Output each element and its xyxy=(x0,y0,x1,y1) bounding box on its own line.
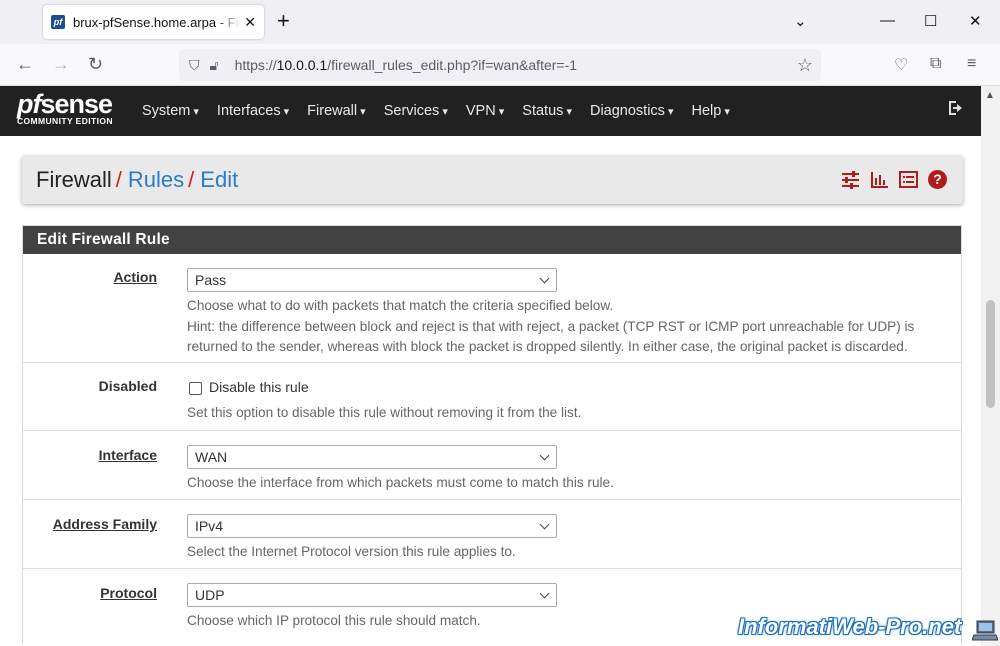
breadcrumb-icons: ? xyxy=(841,170,947,189)
address-family-label[interactable]: Address Family xyxy=(53,516,157,532)
url-bar[interactable]: ⛉ 🔓︎ https://10.0.0.1/firewall_rules_edi… xyxy=(179,49,821,81)
menu-vpn[interactable]: VPN xyxy=(457,103,513,119)
disabled-label: Disabled xyxy=(98,378,157,394)
watermark-laptop-icon xyxy=(971,618,999,642)
row-disabled: Disabled Disable this rule Set this opti… xyxy=(23,363,961,431)
disabled-help: Set this option to disable this rule wit… xyxy=(187,405,582,420)
action-label[interactable]: Action xyxy=(113,269,157,285)
sliders-icon[interactable] xyxy=(841,170,860,189)
browser-nav-bar: ← → ↻ ⛉ 🔓︎ https://10.0.0.1/firewall_rul… xyxy=(0,44,1000,86)
breadcrumb: Firewall / Rules / Edit ? xyxy=(22,156,963,204)
address-family-help: Select the Internet Protocol version thi… xyxy=(187,544,516,559)
action-select[interactable]: Pass xyxy=(187,268,557,292)
breadcrumb-edit-link[interactable]: Edit xyxy=(200,167,238,193)
menu-icon[interactable]: ≡ xyxy=(967,55,976,73)
interface-help: Choose the interface from which packets … xyxy=(187,475,614,490)
disable-rule-checkbox[interactable] xyxy=(189,382,202,395)
row-interface: Interface WAN Choose the interface from … xyxy=(23,431,961,500)
reload-icon[interactable]: ↻ xyxy=(88,54,103,74)
tab-title: brux-pfSense.home.arpa - Firewall: Rules… xyxy=(73,14,241,30)
pfsense-favicon-icon: pf xyxy=(51,15,65,29)
menu-help[interactable]: Help xyxy=(683,103,739,119)
menu-status[interactable]: Status xyxy=(513,103,581,119)
close-tab-icon[interactable]: ✕ xyxy=(244,14,256,31)
forward-icon[interactable]: → xyxy=(52,54,70,74)
minimize-icon[interactable]: — xyxy=(880,12,895,29)
list-icon[interactable] xyxy=(899,170,918,189)
protocol-select[interactable]: UDP xyxy=(187,583,557,607)
interface-label[interactable]: Interface xyxy=(99,447,157,463)
main-menu: System Interfaces Firewall Services VPN … xyxy=(133,86,739,136)
breadcrumb-rules-link[interactable]: Rules xyxy=(128,167,184,193)
bookmark-star-icon[interactable]: ☆ xyxy=(797,55,813,76)
shield-icon[interactable]: ⛉ xyxy=(189,57,200,74)
help-circle-icon[interactable]: ? xyxy=(928,170,947,189)
bar-chart-icon[interactable] xyxy=(870,170,889,189)
browser-tab[interactable]: pf brux-pfSense.home.arpa - Firewall: Ru… xyxy=(43,5,264,39)
tab-list-chevron-icon[interactable]: ⌄ xyxy=(794,12,807,30)
interface-select[interactable]: WAN xyxy=(187,445,557,469)
panel-title: Edit Firewall Rule xyxy=(23,226,961,254)
lock-warning-icon[interactable]: 🔓︎ xyxy=(210,57,219,74)
scroll-thumb[interactable] xyxy=(986,300,995,408)
logout-icon[interactable] xyxy=(947,99,967,122)
menu-firewall[interactable]: Firewall xyxy=(298,103,375,119)
menu-services[interactable]: Services xyxy=(375,103,457,119)
breadcrumb-separator: / xyxy=(115,167,122,192)
action-help: Choose what to do with packets that matc… xyxy=(187,298,915,354)
menu-system[interactable]: System xyxy=(133,103,208,119)
back-icon[interactable]: ← xyxy=(16,54,34,74)
page-content: Firewall / Rules / Edit ? Edit Firewall … xyxy=(0,136,981,646)
watermark-text: InformatiWeb-Pro.net xyxy=(738,614,962,639)
menu-diagnostics[interactable]: Diagnostics xyxy=(581,103,683,119)
pfsense-logo[interactable]: pfsense COMMUNITY EDITION xyxy=(17,90,113,126)
disable-rule-checkbox-label[interactable]: Disable this rule xyxy=(209,379,309,395)
breadcrumb-firewall: Firewall xyxy=(36,167,112,192)
row-action: Action Pass Choose what to do with packe… xyxy=(23,254,961,363)
extensions-icon[interactable]: ⧉ xyxy=(930,55,941,73)
address-family-select[interactable]: IPv4 xyxy=(187,514,557,538)
page-scrollbar[interactable]: ▲ xyxy=(981,86,1000,646)
pocket-icon[interactable]: ♡ xyxy=(894,55,908,75)
browser-tab-bar: pf brux-pfSense.home.arpa - Firewall: Ru… xyxy=(0,0,1000,44)
breadcrumb-separator: / xyxy=(188,167,195,192)
row-address-family: Address Family IPv4 Select the Internet … xyxy=(23,500,961,569)
protocol-label[interactable]: Protocol xyxy=(100,585,157,601)
url-text: https://10.0.0.1/firewall_rules_edit.php… xyxy=(234,57,578,73)
new-tab-icon[interactable]: + xyxy=(277,10,290,32)
maximize-icon[interactable]: ☐ xyxy=(924,12,937,30)
menu-interfaces[interactable]: Interfaces xyxy=(208,103,298,119)
pfsense-navbar: pfsense COMMUNITY EDITION System Interfa… xyxy=(0,86,981,136)
edit-rule-panel: Edit Firewall Rule Action Pass Choose wh… xyxy=(22,225,962,645)
scroll-up-icon[interactable]: ▲ xyxy=(985,90,995,101)
close-window-icon[interactable]: ✕ xyxy=(969,12,982,30)
